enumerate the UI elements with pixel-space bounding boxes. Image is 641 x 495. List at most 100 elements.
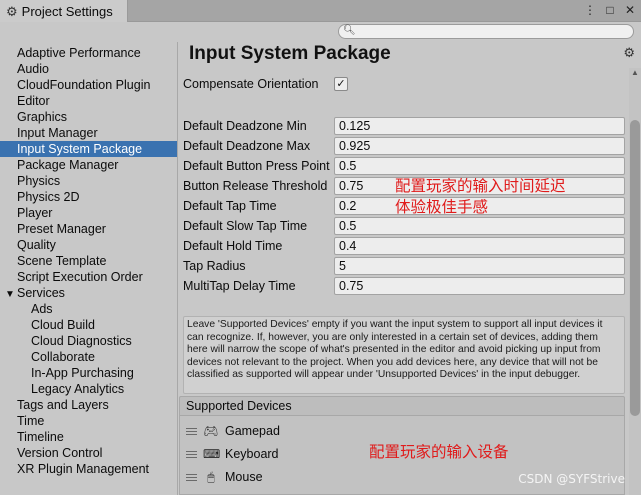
sidebar-item-label: Tags and Layers (17, 398, 109, 412)
device-label: Gamepad (225, 424, 280, 438)
drag-handle-icon[interactable] (186, 473, 197, 481)
sidebar-item[interactable]: Cloud Build (0, 317, 177, 333)
close-icon[interactable]: ✕ (622, 2, 638, 18)
sidebar-item[interactable]: Graphics (0, 109, 177, 125)
sidebar-item[interactable]: Scene Template (0, 253, 177, 269)
sidebar-item[interactable]: Physics 2D (0, 189, 177, 205)
gear-icon: ⚙ (6, 3, 18, 19)
sidebar-item-label: Quality (17, 238, 56, 252)
property-label: Button Release Threshold (183, 179, 328, 193)
sidebar-item[interactable]: Cloud Diagnostics (0, 333, 177, 349)
sidebar-item[interactable]: Input System Package (0, 141, 177, 157)
sidebar-item-label: Scene Template (17, 254, 107, 268)
property-value-field[interactable]: 0.125 (334, 117, 625, 135)
property-label: Default Deadzone Min (183, 119, 307, 133)
property-value-field[interactable]: 0.925 (334, 137, 625, 155)
sidebar-item[interactable]: Physics (0, 173, 177, 189)
property-label: Default Button Press Point (183, 159, 330, 173)
sidebar-item-label: Player (17, 206, 53, 220)
sidebar-item[interactable]: In-App Purchasing (0, 365, 177, 381)
sidebar-item[interactable]: ▼ Services (0, 285, 177, 301)
sidebar-item-label: Graphics (17, 110, 68, 124)
annotation-feel: 体验极佳手感 (395, 198, 489, 216)
sidebar-item[interactable]: Package Manager (0, 157, 177, 173)
device-list-item[interactable]: 🖱︎ Mouse (186, 468, 263, 486)
search-row: 🔍︎ (0, 22, 641, 42)
page-title: Input System Package (189, 43, 391, 64)
property-value-field[interactable]: 5 (334, 257, 625, 275)
sidebar-item[interactable]: Timeline (0, 429, 177, 445)
property-label: Default Slow Tap Time (183, 219, 308, 233)
sidebar-item[interactable]: Collaborate (0, 349, 177, 365)
tab-title: Project Settings (21, 4, 113, 19)
property-value-field[interactable]: 0.5 (334, 217, 625, 235)
property-label: Tap Radius (183, 259, 246, 273)
sidebar-item[interactable]: CloudFoundation Plugin (0, 77, 177, 93)
property-label: Default Deadzone Max (183, 139, 311, 153)
sidebar-item-label: Collaborate (31, 350, 95, 364)
sidebar-item-label: Audio (17, 62, 49, 76)
sidebar-item[interactable]: Input Manager (0, 125, 177, 141)
sidebar-item-label: Preset Manager (17, 222, 106, 236)
property-label: Default Hold Time (183, 239, 283, 253)
sidebar-item-label: Cloud Diagnostics (31, 334, 132, 348)
more-options-icon[interactable]: ⋮ (582, 2, 598, 18)
device-label: Keyboard (225, 447, 279, 461)
sidebar-item-label: CloudFoundation Plugin (17, 78, 151, 92)
sidebar-item-label: Adaptive Performance (17, 46, 141, 60)
sidebar-item-label: Version Control (17, 446, 103, 460)
settings-gear-icon[interactable]: ⚙ (623, 45, 635, 61)
watermark: CSDN @SYFStrive (518, 472, 625, 486)
sidebar-item[interactable]: Script Execution Order (0, 269, 177, 285)
maximize-icon[interactable]: □ (602, 2, 618, 18)
property-value-field[interactable]: 0.4 (334, 237, 625, 255)
compensate-orientation-label: Compensate Orientation (183, 77, 319, 91)
property-label: MultiTap Delay Time (183, 279, 296, 293)
sidebar-item-label: Time (17, 414, 45, 428)
property-label: Default Tap Time (183, 199, 277, 213)
sidebar-item-label: Legacy Analytics (31, 382, 125, 396)
sidebar-item-label: Input Manager (17, 126, 98, 140)
sidebar-item-label: In-App Purchasing (31, 366, 134, 380)
project-settings-tab[interactable]: ⚙ Project Settings (0, 0, 128, 23)
sidebar-item[interactable]: Player (0, 205, 177, 221)
drag-handle-icon[interactable] (186, 450, 197, 458)
sidebar-item[interactable]: Version Control (0, 445, 177, 461)
compensate-orientation-checkbox[interactable]: ✓ (334, 77, 348, 91)
annotation-input-devices: 配置玩家的输入设备 (369, 443, 509, 461)
settings-sidebar: Adaptive Performance Audio CloudFoundation… (0, 42, 178, 495)
scroll-up-icon[interactable]: ▲ (630, 68, 640, 77)
sidebar-item-label: Cloud Build (31, 318, 95, 332)
sidebar-item-label: Editor (17, 94, 50, 108)
sidebar-item-label: Input System Package (17, 142, 143, 156)
settings-main-panel: Input System Package ⚙ Compensate Orient… (179, 42, 641, 495)
expand-arrow-icon[interactable]: ▼ (5, 287, 17, 303)
device-list-item[interactable]: 🎮︎ Gamepad (186, 422, 280, 440)
sidebar-item-label: XR Plugin Management (17, 462, 150, 476)
sidebar-item[interactable]: Audio (0, 61, 177, 77)
supported-devices-header[interactable]: Supported Devices (179, 396, 625, 416)
drag-handle-icon[interactable] (186, 427, 197, 435)
vertical-scrollbar[interactable]: ▲ (629, 68, 641, 495)
sidebar-item[interactable]: Time (0, 413, 177, 429)
device-list-item[interactable]: ⌨ Keyboard (186, 445, 279, 463)
sidebar-item[interactable]: Legacy Analytics (0, 381, 177, 397)
search-icon: 🔍︎ (343, 25, 356, 36)
mouse-icon: 🖱︎ (207, 469, 215, 484)
device-label: Mouse (225, 470, 263, 484)
gamepad-icon: 🎮︎ (203, 424, 219, 438)
sidebar-item[interactable]: Tags and Layers (0, 397, 177, 413)
sidebar-item[interactable]: Ads (0, 301, 177, 317)
sidebar-item[interactable]: Adaptive Performance (0, 45, 177, 61)
settings-search-input[interactable] (338, 24, 634, 39)
sidebar-item-label: Package Manager (17, 158, 119, 172)
sidebar-item[interactable]: Preset Manager (0, 221, 177, 237)
sidebar-item[interactable]: Quality (0, 237, 177, 253)
property-value-field[interactable]: 0.75 (334, 277, 625, 295)
sidebar-item-label: Script Execution Order (17, 270, 143, 284)
sidebar-item[interactable]: Editor (0, 93, 177, 109)
property-value-field[interactable]: 0.5 (334, 157, 625, 175)
scrollbar-thumb[interactable] (630, 120, 640, 416)
sidebar-item-label: Services (17, 286, 65, 300)
sidebar-item[interactable]: XR Plugin Management (0, 461, 177, 477)
